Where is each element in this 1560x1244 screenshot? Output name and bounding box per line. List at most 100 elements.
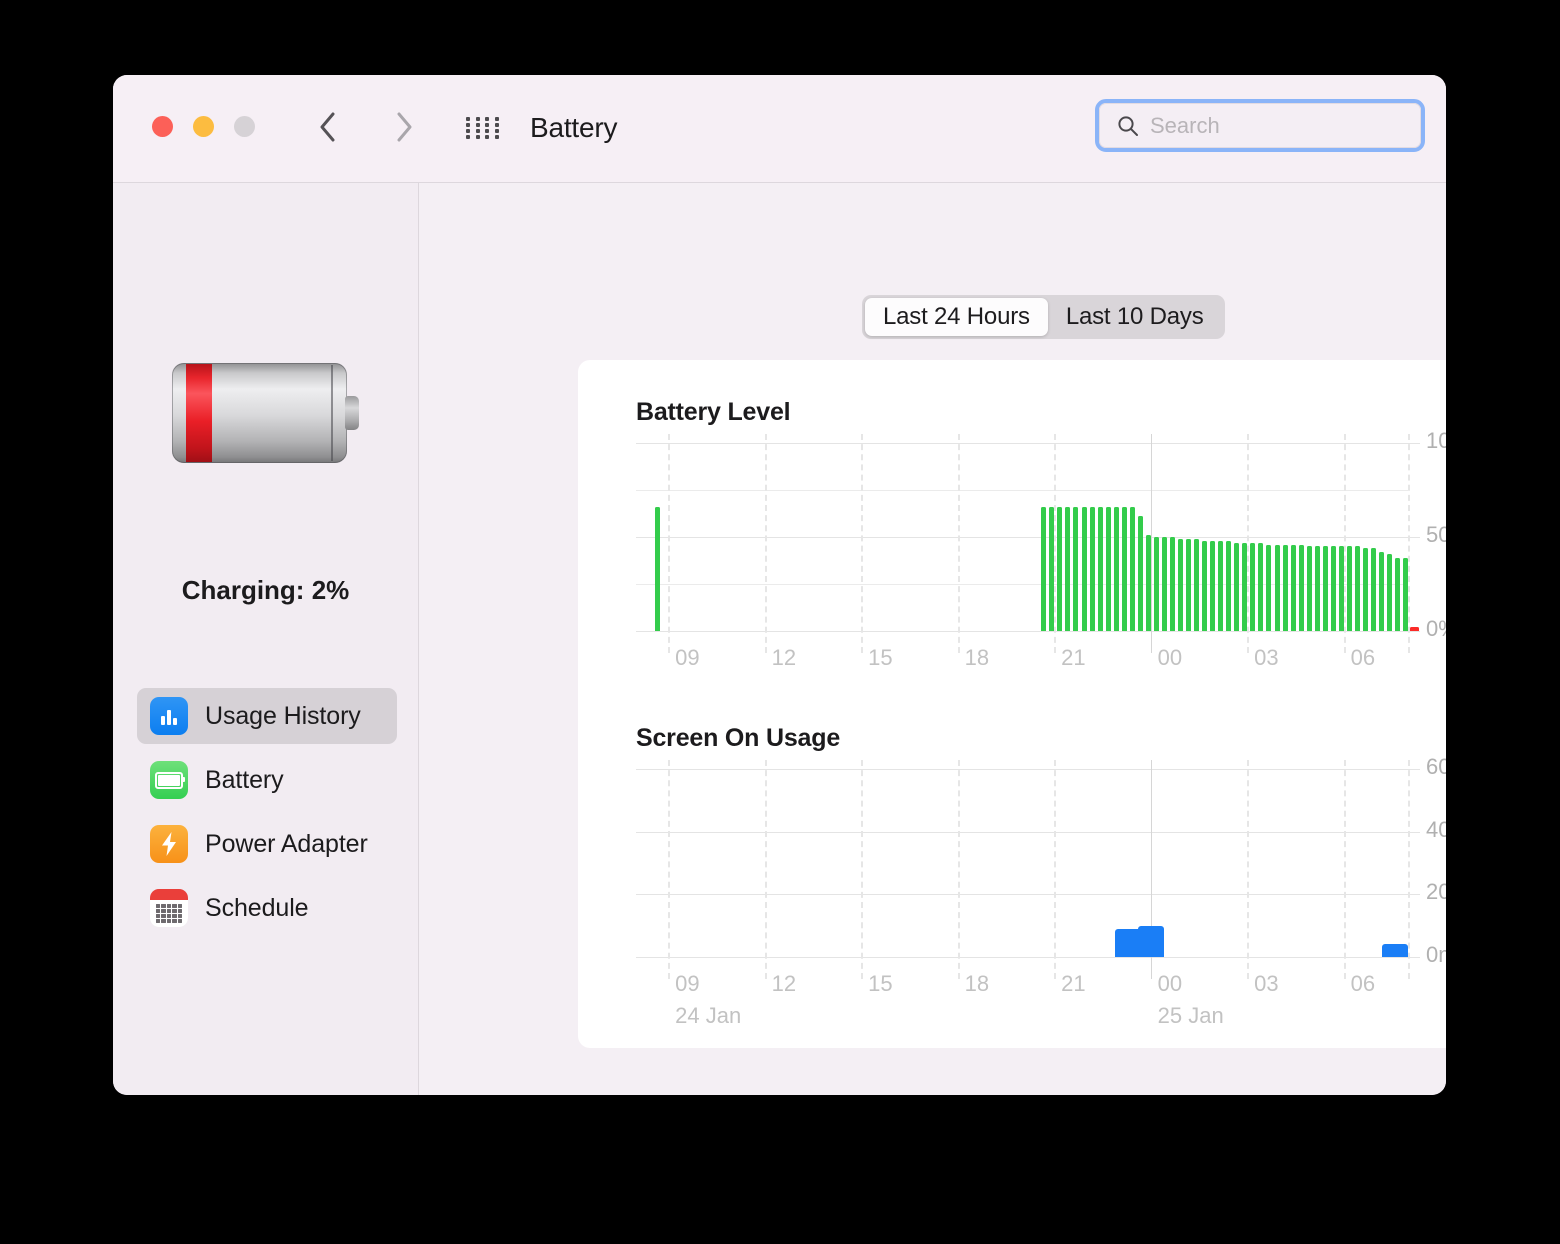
search-input-placeholder[interactable]: Search: [1150, 113, 1220, 139]
gridline-vertical: [1408, 434, 1410, 653]
chart-bar: [1049, 507, 1054, 631]
chart-bar: [1355, 546, 1360, 631]
x-axis-label: 21: [1061, 645, 1085, 671]
sidebar-item-battery[interactable]: Battery: [137, 752, 397, 808]
chart-bar: [1242, 543, 1247, 631]
power-adapter-icon: [150, 825, 188, 863]
schedule-icon: [150, 889, 188, 927]
sidebar-item-schedule[interactable]: Schedule: [137, 880, 397, 936]
chevron-right-icon[interactable]: [387, 110, 421, 144]
gridline-vertical: [765, 434, 767, 653]
search-field-inner[interactable]: Search: [1099, 103, 1421, 148]
gridline-vertical: [668, 760, 670, 979]
chevron-left-icon[interactable]: [311, 110, 345, 144]
chart-bar: [1387, 554, 1392, 631]
y-axis-label: 100%: [1426, 428, 1446, 454]
chart-bar: [1090, 507, 1095, 631]
x-axis-label: 21: [1061, 971, 1085, 997]
chart-bar: [1138, 926, 1164, 957]
sidebar-item-label: Battery: [205, 766, 284, 795]
chart-bar: [1250, 543, 1255, 631]
chart-bar: [1178, 539, 1183, 631]
chart-bar: [1194, 539, 1199, 631]
battery-low-red-icon: [172, 363, 359, 463]
chart-bar: [1363, 548, 1368, 631]
chart-bar: [1410, 627, 1419, 631]
gridline-vertical: [1054, 434, 1056, 653]
main-content: Last 24 Hours Last 10 Days Battery Level…: [419, 183, 1446, 1095]
y-axis-label: 20m: [1426, 879, 1446, 905]
sidebar-item-power-adapter[interactable]: Power Adapter: [137, 816, 397, 872]
chart-bar: [1057, 507, 1062, 631]
time-range-segmented-control[interactable]: Last 24 Hours Last 10 Days: [862, 295, 1225, 339]
x-axis-label: 03: [1254, 971, 1278, 997]
tab-last-10-days[interactable]: Last 10 Days: [1048, 298, 1222, 336]
chart-bar: [1210, 541, 1215, 631]
chart-bar: [1138, 516, 1143, 631]
x-axis-day-label: 25 Jan: [1158, 1003, 1224, 1029]
battery-charge-level-fill: [186, 364, 212, 462]
y-axis-label: 0m: [1426, 942, 1446, 968]
x-axis-label: 12: [772, 971, 796, 997]
chart-bar: [1106, 507, 1111, 631]
x-axis-label: 15: [868, 971, 892, 997]
status-badge: Charging: 2%: [113, 575, 418, 606]
gridline-horizontal: [636, 490, 1408, 491]
chart-bar: [1065, 507, 1070, 631]
gridline-horizontal: [636, 631, 1408, 632]
battery-glyph: [155, 772, 183, 789]
sidebar-item-usage-history[interactable]: Usage History: [137, 688, 397, 744]
chart-bar: [1291, 545, 1296, 631]
zoom-window-button[interactable]: [234, 116, 255, 137]
chart-bar: [1266, 545, 1271, 631]
chart-bar: [1122, 507, 1127, 631]
close-window-button[interactable]: [152, 116, 173, 137]
page-title: Battery: [530, 110, 617, 146]
battery-preferences-window: Battery Search Charging: 2%: [113, 75, 1446, 1095]
x-axis-label: 12: [772, 645, 796, 671]
gridline-vertical: [861, 760, 863, 979]
x-axis-label: 00: [1158, 971, 1182, 997]
chart-bar: [1130, 507, 1135, 631]
y-axis-label: 50%: [1426, 522, 1446, 548]
chart-bar: [1146, 535, 1151, 631]
gridline-vertical: [958, 434, 960, 653]
x-axis-label: 06: [1351, 971, 1375, 997]
charts-card: Battery Level 100%50%0%0912151821000306 …: [578, 360, 1446, 1048]
chart-bar: [1041, 507, 1046, 631]
chart-bar: [1098, 507, 1103, 631]
screen-on-usage-chart: 60m40m20m0m091215182100030624 Jan25 Jan: [636, 769, 1408, 957]
gridline-horizontal: [636, 832, 1408, 833]
gridline-vertical: [668, 434, 670, 653]
bar-chart-glyph: [161, 708, 177, 725]
gridline-horizontal: [636, 769, 1408, 770]
minimize-window-button[interactable]: [193, 116, 214, 137]
battery-level-chart-title: Battery Level: [636, 398, 790, 427]
x-axis-day-label: 24 Jan: [675, 1003, 741, 1029]
chart-bar: [1234, 543, 1239, 631]
sidebar-item-label: Usage History: [205, 702, 361, 731]
chart-bar: [1202, 541, 1207, 631]
chart-bar: [1315, 546, 1320, 631]
chart-bar: [1162, 537, 1167, 631]
battery-cap-line: [331, 365, 333, 461]
x-axis-label: 09: [675, 971, 699, 997]
x-axis-label: 03: [1254, 645, 1278, 671]
chart-bar: [1186, 539, 1191, 631]
sidebar-item-label: Power Adapter: [205, 830, 368, 859]
chart-bar: [1275, 545, 1280, 631]
x-axis-label: 15: [868, 645, 892, 671]
gridline-vertical: [1344, 760, 1346, 979]
y-axis-label: 40m: [1426, 817, 1446, 843]
window-titlebar: Battery Search: [113, 75, 1446, 182]
tab-last-24-hours[interactable]: Last 24 Hours: [865, 298, 1048, 336]
gridline-horizontal: [636, 537, 1408, 538]
gridline-vertical: [1344, 434, 1346, 653]
search-field[interactable]: Search: [1095, 99, 1425, 152]
gridline-horizontal: [636, 443, 1408, 444]
battery-icon: [150, 761, 188, 799]
gridline-vertical: [765, 760, 767, 979]
grid-apps-icon[interactable]: [466, 117, 502, 139]
chart-bar: [655, 507, 660, 631]
chart-bar: [1154, 537, 1159, 631]
